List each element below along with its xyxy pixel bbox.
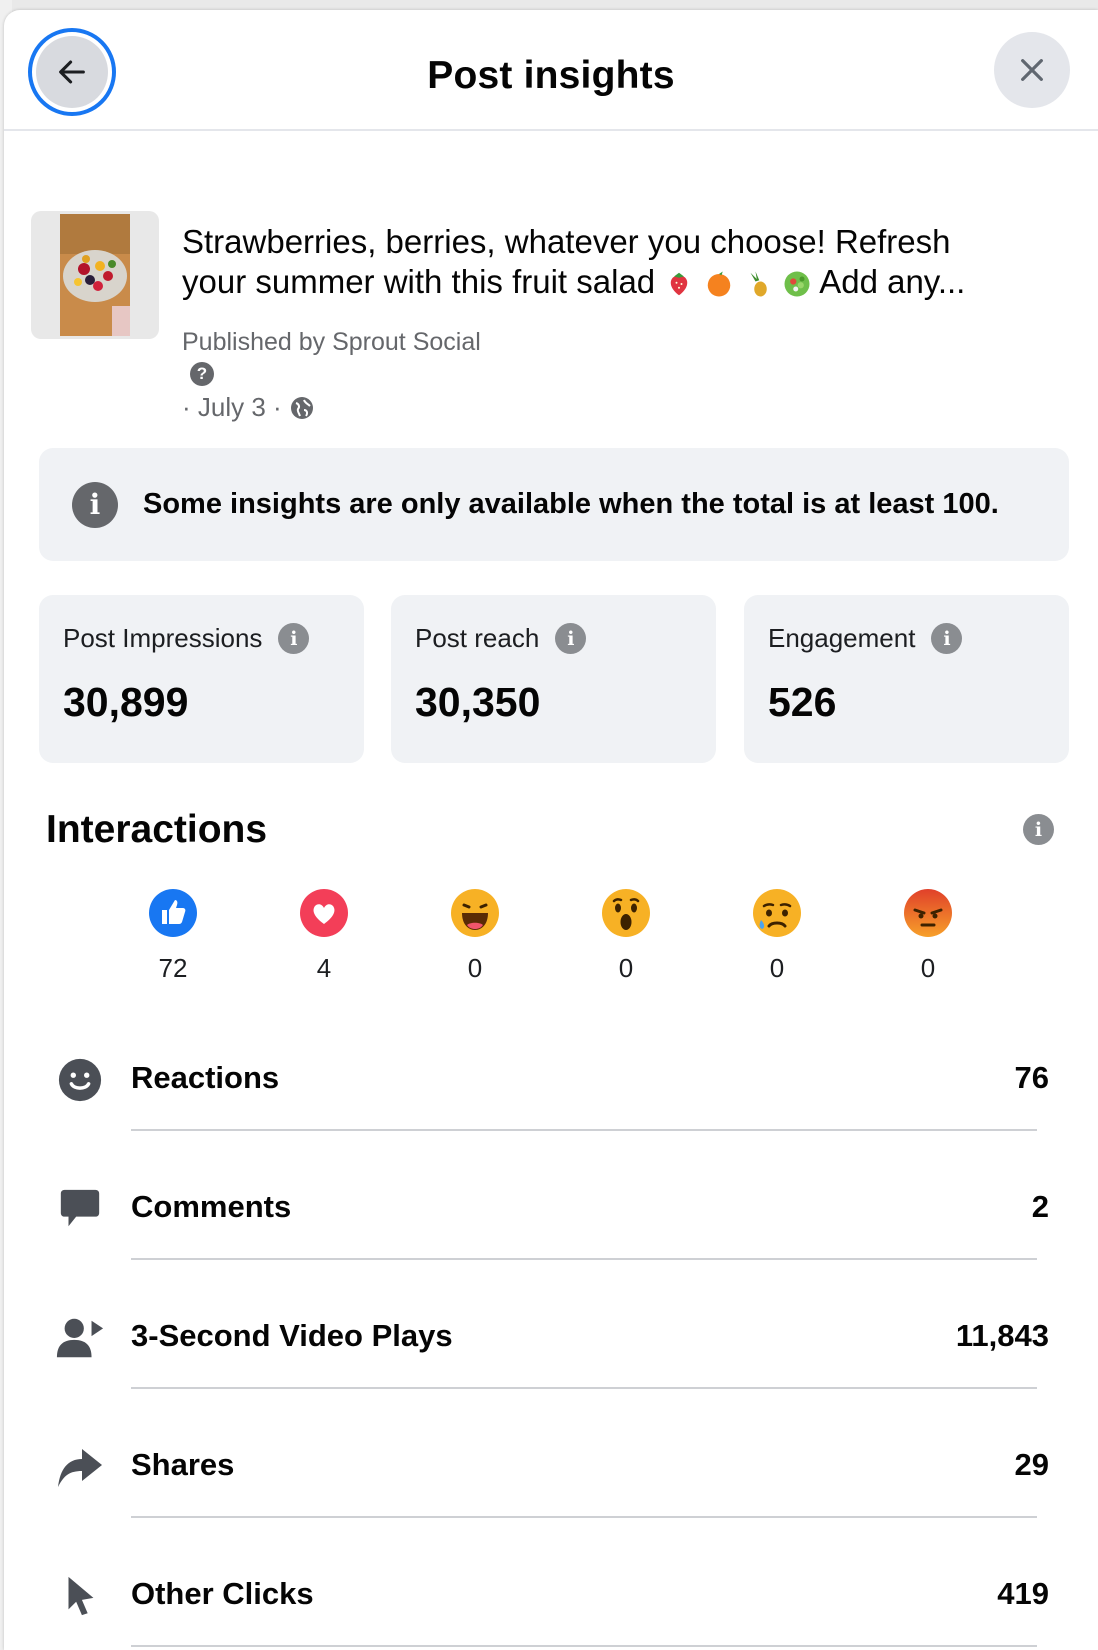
reaction-wow: 0 xyxy=(581,888,671,984)
post-date: · July 3 · xyxy=(182,392,282,422)
metric-label: Post reach xyxy=(415,623,540,653)
post-date-line: · July 3 · xyxy=(182,392,314,423)
stat-row-video-plays[interactable]: 3-Second Video Plays 11,843 xyxy=(54,1284,1049,1413)
metric-label: Post Impressions xyxy=(63,623,263,653)
sad-reaction-icon xyxy=(753,889,801,937)
stat-label: Reactions xyxy=(131,1060,280,1095)
interactions-heading: Interactions xyxy=(46,808,268,851)
haha-reaction-icon xyxy=(451,889,499,937)
close-button[interactable] xyxy=(994,32,1070,108)
like-reaction-icon xyxy=(149,889,197,937)
reaction-love: 4 xyxy=(279,888,369,984)
stat-row-other-clicks[interactable]: Other Clicks 419 xyxy=(54,1542,1049,1650)
stat-row-shares[interactable]: Shares 29 xyxy=(54,1413,1049,1542)
post-caption-line1: Strawberries, berries, whatever you choo… xyxy=(182,223,951,260)
cursor-icon xyxy=(54,1570,106,1622)
fruit-salad-image xyxy=(60,214,130,336)
post-caption-more[interactable]: Add any... xyxy=(819,263,965,300)
reaction-count: 0 xyxy=(769,953,785,983)
help-icon[interactable]: ? xyxy=(190,362,214,386)
comment-icon xyxy=(54,1183,106,1235)
info-icon[interactable]: i xyxy=(1023,814,1054,845)
dialog-header: Post insights xyxy=(4,10,1098,131)
stat-value: 2 xyxy=(1031,1189,1049,1224)
page-title: Post insights xyxy=(427,54,675,97)
stat-value: 419 xyxy=(997,1576,1049,1611)
metric-card-engagement: Engagement i 526 xyxy=(744,595,1069,763)
row-divider xyxy=(131,1516,1037,1518)
metric-label: Engagement xyxy=(768,623,916,653)
close-icon xyxy=(1021,59,1043,81)
metric-card-reach: Post reach i 30,350 xyxy=(391,595,716,763)
strawberry-icon xyxy=(664,268,694,308)
stat-label: Other Clicks xyxy=(131,1576,314,1611)
globe-icon xyxy=(290,396,313,419)
info-banner: i Some insights are only available when … xyxy=(39,448,1069,561)
metric-value: 30,350 xyxy=(415,679,541,725)
reaction-sad: 0 xyxy=(732,888,822,984)
reaction-count: 0 xyxy=(618,953,634,983)
info-icon[interactable]: i xyxy=(931,623,963,654)
reaction-count: 0 xyxy=(920,953,936,983)
stat-value: 11,843 xyxy=(955,1318,1049,1353)
share-arrow-icon xyxy=(54,1441,106,1493)
info-banner-message: Some insights are only available when th… xyxy=(143,488,999,520)
info-icon[interactable]: i xyxy=(278,623,310,654)
stat-row-reactions[interactable]: Reactions 76 xyxy=(54,1026,1049,1155)
metric-card-impressions: Post Impressions i 30,899 xyxy=(39,595,364,763)
metric-value: 30,899 xyxy=(63,679,189,725)
metric-cards: Post Impressions i 30,899 Post reach i 3… xyxy=(39,595,1069,763)
pineapple-icon xyxy=(743,268,773,308)
published-by: Published by Sprout Social xyxy=(182,328,481,356)
stat-label: Comments xyxy=(131,1189,292,1224)
row-divider xyxy=(131,1387,1037,1389)
stat-value: 76 xyxy=(1014,1060,1049,1095)
row-divider xyxy=(131,1258,1037,1260)
reaction-haha: 0 xyxy=(430,888,520,984)
post-insights-dialog: Post insights Strawberries, berries, wha… xyxy=(4,10,1098,1650)
reaction-angry: 0 xyxy=(883,888,973,984)
stat-value: 29 xyxy=(1014,1447,1049,1482)
reaction-count: 0 xyxy=(467,953,483,983)
love-reaction-icon xyxy=(300,889,348,937)
reaction-count: 72 xyxy=(158,953,188,983)
row-divider xyxy=(131,1129,1037,1131)
stat-label: 3-Second Video Plays xyxy=(131,1318,453,1353)
row-divider xyxy=(131,1645,1037,1647)
salad-icon xyxy=(782,268,812,308)
metric-value: 526 xyxy=(768,679,837,725)
stat-label: Shares xyxy=(131,1447,235,1482)
wow-reaction-icon xyxy=(602,889,650,937)
video-viewer-icon xyxy=(54,1312,106,1364)
orange-icon xyxy=(704,268,734,308)
reaction-count: 4 xyxy=(316,953,332,983)
stat-row-comments[interactable]: Comments 2 xyxy=(54,1155,1049,1284)
angry-reaction-icon xyxy=(904,889,952,937)
info-icon[interactable]: i xyxy=(555,623,587,654)
post-caption: Strawberries, berries, whatever you choo… xyxy=(182,222,1062,308)
post-thumbnail[interactable] xyxy=(31,211,159,339)
info-icon: i xyxy=(72,481,118,528)
post-caption-line2: your summer with this fruit salad xyxy=(182,263,656,300)
reaction-like: 72 xyxy=(128,888,218,984)
smiley-icon xyxy=(54,1054,106,1106)
